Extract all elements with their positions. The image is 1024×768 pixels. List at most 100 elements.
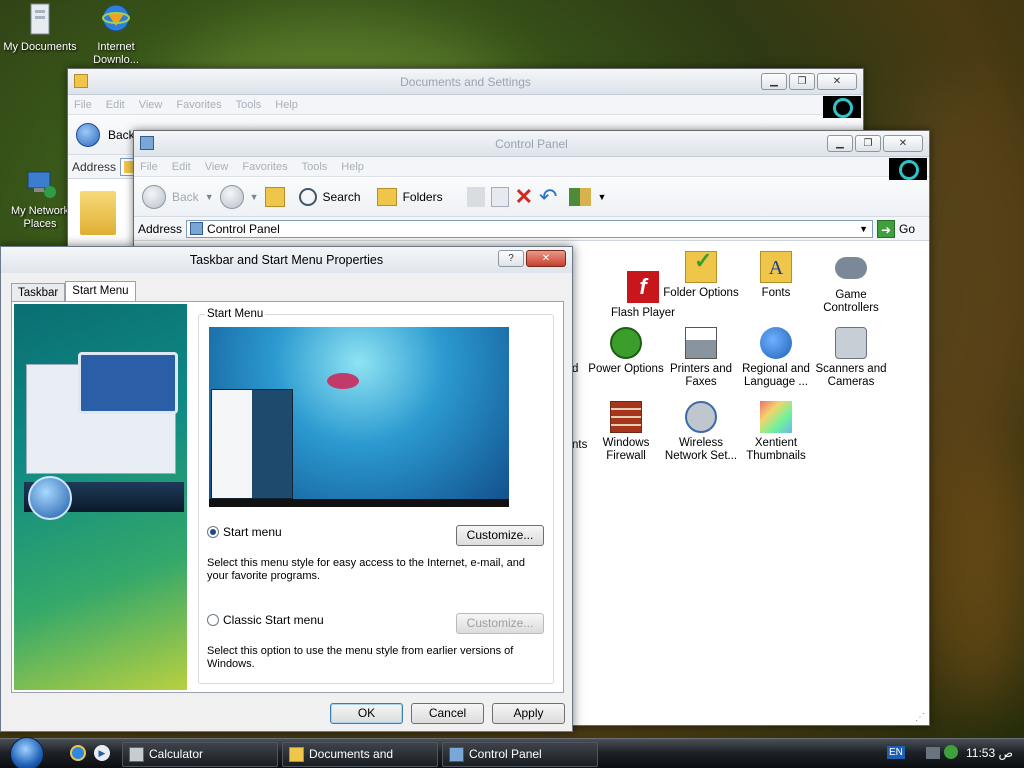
- taskbar-item-documents[interactable]: Documents and Settings: [282, 742, 438, 767]
- media-player-icon[interactable]: ▶: [94, 745, 110, 761]
- desktop-icon-internet-download[interactable]: Internet Downlo...: [76, 2, 156, 67]
- network-places-icon: [22, 166, 58, 202]
- tab-start-menu[interactable]: Start Menu: [65, 281, 136, 303]
- menu-favorites[interactable]: Favorites: [176, 99, 221, 111]
- firewall-icon: [610, 401, 642, 433]
- close-button[interactable]: ✕: [883, 135, 923, 152]
- language-indicator[interactable]: EN: [887, 746, 905, 759]
- minimize-button[interactable]: ▁: [827, 135, 853, 152]
- control-panel-titlebar[interactable]: Control Panel ▁ ❐ ✕: [134, 131, 929, 157]
- wireless-network-icon: [685, 401, 717, 433]
- dialog-titlebar[interactable]: Taskbar and Start Menu Properties ? ✕: [1, 247, 572, 273]
- calculator-icon: [129, 747, 144, 762]
- flash-player-icon: f: [627, 271, 659, 303]
- menu-favorites[interactable]: Favorites: [242, 161, 287, 173]
- tab-taskbar[interactable]: Taskbar: [11, 283, 66, 303]
- network-tray-icon[interactable]: [926, 747, 940, 759]
- delete-icon[interactable]: ✕: [515, 184, 533, 210]
- menu-tools[interactable]: Tools: [302, 161, 328, 173]
- forward-button[interactable]: [219, 184, 244, 209]
- menu-file[interactable]: File: [74, 99, 92, 111]
- cp-item-scanners-cameras[interactable]: Scanners and Cameras: [809, 327, 893, 389]
- close-button[interactable]: ✕: [526, 250, 566, 267]
- menu-bar: File Edit View Favorites Tools Help: [68, 95, 863, 115]
- menu-help[interactable]: Help: [341, 161, 364, 173]
- resize-grip-icon[interactable]: ⋰: [915, 712, 925, 723]
- cp-item-printers-faxes[interactable]: Printers and Faxes: [659, 327, 743, 389]
- apply-button[interactable]: Apply: [492, 703, 565, 724]
- back-button[interactable]: [76, 122, 100, 147]
- go-arrow-icon[interactable]: ➜: [876, 219, 895, 238]
- back-button[interactable]: [142, 184, 166, 209]
- address-label: Address: [72, 159, 117, 174]
- cp-item-label: Power Options: [588, 363, 664, 375]
- cancel-button[interactable]: Cancel: [411, 703, 484, 724]
- copy-to-icon[interactable]: [490, 186, 509, 207]
- taskbar-item-calculator[interactable]: Calculator: [122, 742, 278, 767]
- search-button[interactable]: Search: [323, 190, 361, 204]
- start-orb-button[interactable]: [10, 737, 44, 768]
- chevron-down-icon[interactable]: ▼: [597, 192, 606, 202]
- cp-item-xentient-thumbnails[interactable]: Xentient Thumbnails: [734, 401, 818, 463]
- cp-item-fonts[interactable]: A Fonts: [734, 251, 818, 300]
- maximize-button[interactable]: ❐: [855, 135, 881, 152]
- menu-tools[interactable]: Tools: [236, 99, 262, 111]
- cp-item-wireless-network[interactable]: Wireless Network Set...: [659, 401, 743, 463]
- taskbar-properties-dialog[interactable]: Taskbar and Start Menu Properties ? ✕ Ta…: [0, 246, 573, 732]
- toolbar: Back ▼ ▼ Search Folders ✕ ↶ ▼: [134, 177, 929, 217]
- control-panel-icon: [140, 136, 154, 150]
- start-menu-radio[interactable]: [207, 526, 219, 538]
- cp-item-folder-options[interactable]: ✓ Folder Options: [659, 250, 743, 300]
- start-menu-radio-label[interactable]: Start menu: [223, 525, 282, 539]
- address-value: Control Panel: [207, 221, 280, 236]
- cp-item-power-options[interactable]: Power Options: [584, 327, 668, 376]
- ok-button[interactable]: OK: [330, 703, 403, 724]
- desktop-icon-my-documents[interactable]: My Documents: [0, 2, 80, 54]
- folders-button[interactable]: Folders: [403, 190, 443, 204]
- internet-explorer-icon[interactable]: [70, 745, 86, 761]
- menu-bar: File Edit View Favorites Tools Help: [134, 157, 929, 177]
- cp-item-regional-language[interactable]: Regional and Language ...: [734, 327, 818, 389]
- cp-item-label: Windows Firewall: [602, 437, 650, 462]
- classic-start-menu-label[interactable]: Classic Start menu: [223, 613, 324, 627]
- cp-item-label: Folder Options: [663, 287, 739, 299]
- fonts-icon: A: [760, 251, 792, 283]
- classic-start-menu-radio[interactable]: [207, 614, 219, 626]
- views-icon[interactable]: [569, 187, 592, 206]
- folder-icon[interactable]: [80, 191, 116, 235]
- menu-file[interactable]: File: [140, 161, 158, 173]
- close-button[interactable]: ✕: [817, 73, 857, 90]
- customize-button[interactable]: Customize...: [456, 525, 544, 546]
- security-tray-icon[interactable]: [944, 745, 958, 759]
- cp-item-label: Regional and Language ...: [742, 363, 810, 388]
- chevron-down-icon[interactable]: ▼: [205, 192, 214, 202]
- maximize-button[interactable]: ❐: [789, 73, 815, 90]
- help-button[interactable]: ?: [498, 250, 524, 267]
- address-input[interactable]: Control Panel ▼: [186, 219, 873, 238]
- move-to-icon[interactable]: [466, 186, 485, 207]
- chevron-down-icon[interactable]: ▼: [859, 224, 868, 234]
- tab-strip: Taskbar Start Menu: [11, 281, 136, 303]
- minimize-button[interactable]: ▁: [761, 73, 787, 90]
- go-button[interactable]: Go: [899, 222, 915, 236]
- search-icon[interactable]: [298, 187, 317, 206]
- menu-edit[interactable]: Edit: [172, 161, 191, 173]
- cp-item-partial-label: nts: [572, 439, 588, 451]
- taskbar: ▶ Calculator Documents and Settings Cont…: [0, 737, 1024, 768]
- menu-view[interactable]: View: [139, 99, 163, 111]
- folders-icon[interactable]: [376, 187, 397, 206]
- documents-window-titlebar[interactable]: Documents and Settings ▁ ❐ ✕: [68, 69, 863, 95]
- menu-view[interactable]: View: [205, 161, 229, 173]
- start-menu-preview-image: [209, 327, 509, 507]
- clock[interactable]: 11:53 ص: [966, 746, 1013, 760]
- address-bar: Address Control Panel ▼ ➜ Go: [134, 217, 929, 241]
- menu-edit[interactable]: Edit: [106, 99, 125, 111]
- up-folder-icon[interactable]: [264, 186, 285, 207]
- taskbar-item-control-panel[interactable]: Control Panel: [442, 742, 598, 767]
- chevron-down-icon[interactable]: ▼: [250, 192, 259, 202]
- cp-item-game-controllers[interactable]: Game Controllers: [809, 251, 893, 315]
- undo-icon[interactable]: ↶: [539, 184, 557, 210]
- menu-help[interactable]: Help: [275, 99, 298, 111]
- desktop-icon-label: Internet Downlo...: [93, 41, 139, 66]
- cp-item-windows-firewall[interactable]: Windows Firewall: [584, 401, 668, 463]
